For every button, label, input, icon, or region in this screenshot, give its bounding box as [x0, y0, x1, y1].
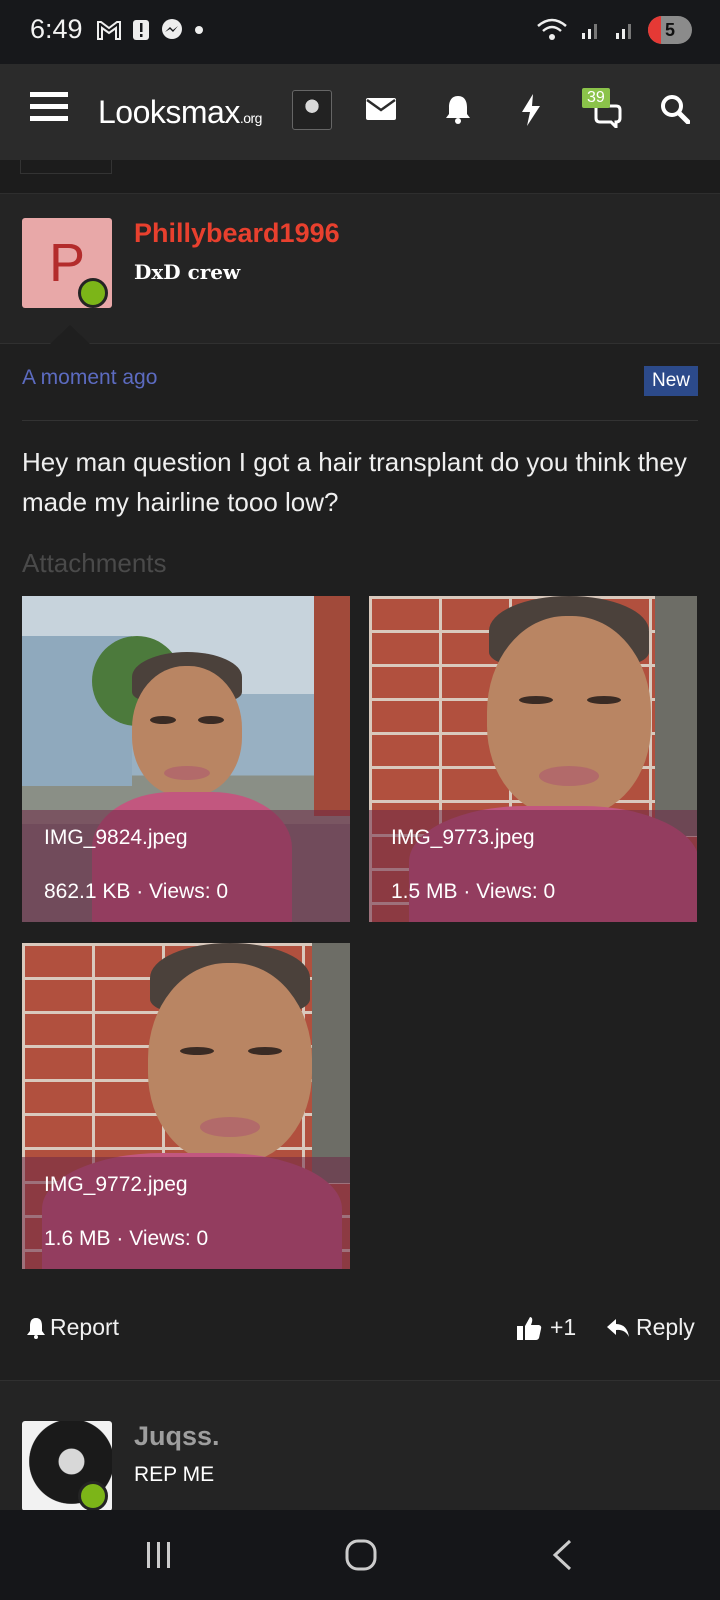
post-username[interactable]: Juqss. — [134, 1421, 220, 1452]
reply-button[interactable]: Reply — [606, 1314, 695, 1341]
alert-icon — [133, 20, 149, 40]
alerts-icon[interactable] — [444, 94, 472, 124]
eye — [519, 696, 553, 704]
attachment-meta: 1.6 MB · Views: 0 — [44, 1227, 209, 1250]
back-icon[interactable] — [550, 1538, 574, 1572]
status-time: 6:49 — [30, 14, 83, 44]
new-badge: New — [643, 366, 698, 396]
separator — [22, 420, 698, 421]
eye — [150, 716, 176, 724]
whats-new-icon[interactable] — [520, 94, 542, 126]
wifi-icon — [537, 18, 567, 40]
online-indicator — [78, 278, 108, 308]
previous-post-edge — [0, 160, 720, 194]
signal-icon-2 — [616, 24, 631, 39]
doorway — [312, 943, 350, 1183]
menu-icon[interactable] — [30, 90, 68, 124]
post-timestamp[interactable]: A moment ago — [22, 366, 157, 390]
site-logo[interactable]: Looksmax.org — [98, 94, 262, 131]
signal-icon-1 — [582, 24, 597, 39]
status-bar: 6:49 5 — [0, 0, 720, 64]
reply-icon — [607, 1318, 629, 1337]
previous-post-tab — [20, 160, 112, 174]
forum-header: Looksmax.org 39 — [0, 64, 720, 160]
attachment-caption: IMG_9773.jpeg 1.5 MB · Views: 0 — [369, 810, 697, 922]
report-label: Report — [50, 1314, 120, 1340]
doorway — [655, 596, 697, 836]
user-title: REP ME — [134, 1463, 215, 1486]
online-indicator — [78, 1481, 108, 1510]
mouth — [164, 766, 210, 780]
messenger-icon — [162, 19, 182, 39]
conversations-badge: 39 — [582, 88, 610, 108]
logo-text: Looksmax — [98, 94, 240, 130]
recent-apps-icon[interactable] — [144, 1540, 174, 1570]
logo-suffix: .org — [239, 110, 263, 126]
eye — [198, 716, 224, 724]
post-username[interactable]: Phillybeard1996 — [134, 218, 340, 249]
post-message: Hey man question I got a hair transplant… — [22, 447, 687, 517]
attachment-meta: 1.5 MB · Views: 0 — [391, 880, 556, 903]
post-actions: Report +1 Reply — [0, 1290, 720, 1380]
attachment-filename[interactable]: IMG_9772.jpeg — [44, 1173, 188, 1197]
face — [487, 616, 651, 816]
reply-label: Reply — [636, 1314, 695, 1340]
inbox-icon[interactable] — [366, 98, 396, 120]
battery-level-text: 5 — [664, 20, 675, 40]
battery-indicator: 5 — [648, 16, 692, 44]
attachment-filename[interactable]: IMG_9824.jpeg — [44, 826, 188, 850]
attachments-title: Attachments — [22, 548, 167, 578]
android-nav-bar — [0, 1510, 720, 1600]
like-button[interactable]: +1 — [516, 1314, 576, 1341]
account-avatar[interactable] — [292, 90, 332, 130]
post-author-header: P Phillybeard1996 DxD crew — [0, 194, 720, 344]
eye — [248, 1047, 282, 1055]
attachment-meta: 862.1 KB · Views: 0 — [44, 880, 229, 903]
dot-icon — [195, 26, 203, 34]
system-icons: 5 — [536, 16, 692, 44]
search-icon[interactable] — [660, 94, 690, 124]
home-icon[interactable] — [344, 1538, 378, 1572]
next-post: Juqss. REP ME — [0, 1380, 720, 1510]
attachment-caption: IMG_9824.jpeg 862.1 KB · Views: 0 — [22, 810, 350, 922]
report-button[interactable]: Report — [26, 1314, 119, 1341]
attachment-thumbnail[interactable]: IMG_9773.jpeg 1.5 MB · Views: 0 — [369, 596, 697, 922]
mouth — [539, 766, 599, 786]
attachment-filename[interactable]: IMG_9773.jpeg — [391, 826, 535, 850]
thumbs-up-icon — [517, 1316, 542, 1340]
brick-wall — [314, 596, 350, 816]
like-count: +1 — [550, 1314, 577, 1340]
attachment-thumbnail[interactable]: IMG_9824.jpeg 862.1 KB · Views: 0 — [22, 596, 350, 922]
gmail-icon — [97, 21, 121, 40]
attachment-thumbnail[interactable]: IMG_9772.jpeg 1.6 MB · Views: 0 — [22, 943, 350, 1269]
eye — [180, 1047, 214, 1055]
mouth — [200, 1117, 260, 1137]
attachment-caption: IMG_9772.jpeg 1.6 MB · Views: 0 — [22, 1157, 350, 1269]
bell-icon — [27, 1317, 45, 1339]
user-title: DxD crew — [134, 260, 241, 284]
message-pointer — [50, 325, 90, 344]
notification-icons — [96, 18, 204, 42]
eye — [587, 696, 621, 704]
